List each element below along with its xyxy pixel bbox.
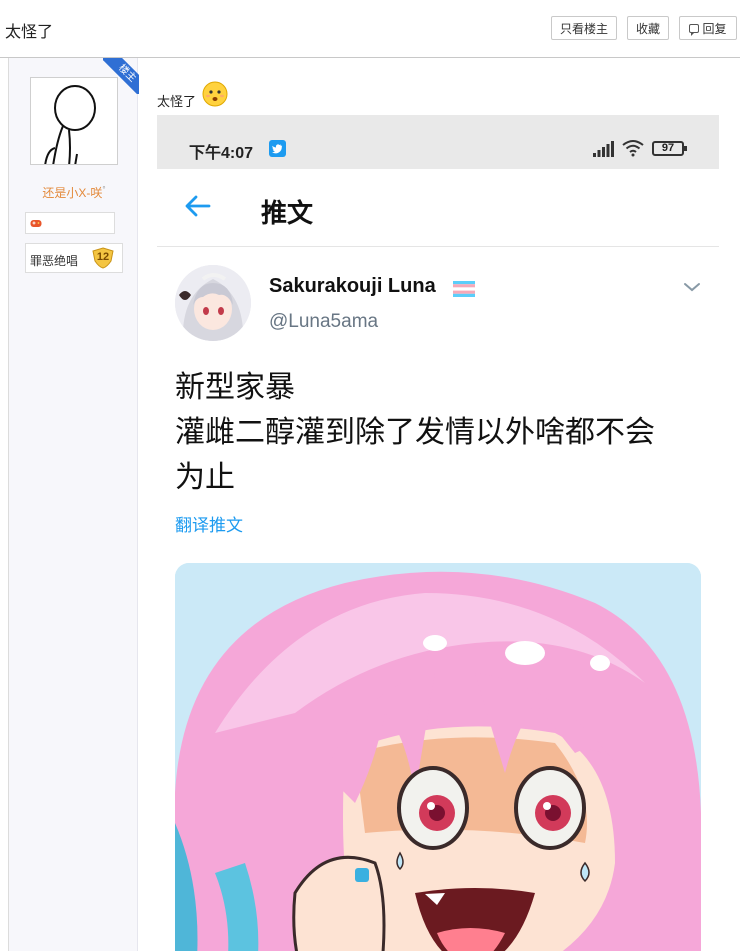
wifi-icon xyxy=(622,140,644,157)
author-name[interactable]: Sakurakouji Luna xyxy=(269,275,436,298)
twitter-notification-icon xyxy=(269,140,286,157)
anime-girl-avatar-image xyxy=(175,265,251,341)
tweet-media-image[interactable] xyxy=(175,563,701,951)
only-op-label: 只看楼主 xyxy=(559,21,608,36)
battery-indicator: 97 xyxy=(652,141,687,156)
trans-flag-emoji-icon xyxy=(453,281,475,297)
favorite-button[interactable]: 收藏 xyxy=(627,16,669,40)
tweet-line: 灌雌二醇灌到除了发情以外啥都不会 xyxy=(175,416,655,449)
tweet-page-title: 推文 xyxy=(261,198,314,228)
op-badge: 楼主 xyxy=(103,58,139,94)
reply-label: 回复 xyxy=(702,21,727,36)
user-sidebar: 楼主 还是小X-咲° 罪恶绝唱 12 xyxy=(8,58,139,951)
post-text: 太怪了 xyxy=(157,94,197,109)
thread-header: 太怪了 只看楼主 收藏 回复 xyxy=(0,0,740,58)
reply-button[interactable]: 回复 xyxy=(679,16,737,40)
status-time: 下午4:07 xyxy=(189,145,254,162)
chevron-down-icon[interactable] xyxy=(683,281,701,293)
username-mark: ° xyxy=(102,185,106,194)
thread-title: 太怪了 xyxy=(5,24,54,41)
reply-icon xyxy=(689,23,700,36)
op-ribbon: 楼主 xyxy=(103,58,139,94)
username-text: 还是小X-咲 xyxy=(42,186,103,200)
level-number: 12 xyxy=(96,251,110,263)
author-handle[interactable]: @Luna5ama xyxy=(269,311,378,333)
level-badge: 12 xyxy=(91,247,115,269)
tweet-line: 新型家暴 xyxy=(175,371,295,404)
user-tag-name: 罪恶绝唱 xyxy=(30,254,79,268)
tweet-line: 为止 xyxy=(175,461,235,494)
gamepad-medal-icon xyxy=(30,220,42,227)
favorite-label: 收藏 xyxy=(635,21,660,36)
only-op-button[interactable]: 只看楼主 xyxy=(551,16,617,40)
tweet-screenshot: 下午4:07 97 推文 Sakurakouji Luna @Luna5ama … xyxy=(157,115,719,951)
tweet-text: 新型家暴 灌雌二醇灌到除了发情以外啥都不会 为止 xyxy=(175,365,715,500)
translate-tweet-link[interactable]: 翻译推文 xyxy=(175,511,243,536)
pink-haired-anime-girl-image xyxy=(175,563,701,951)
medal-strip xyxy=(25,212,115,234)
author-avatar[interactable] xyxy=(175,265,251,341)
username[interactable]: 还是小X-咲° xyxy=(9,184,139,201)
awkward-face-emoji-icon xyxy=(202,81,228,107)
back-arrow-icon[interactable] xyxy=(185,195,211,217)
phone-status-bar: 下午4:07 97 xyxy=(157,115,719,169)
signal-icon xyxy=(593,141,614,157)
tweet-nav-header: 推文 xyxy=(157,169,719,247)
user-tag: 罪恶绝唱 12 xyxy=(25,243,123,273)
